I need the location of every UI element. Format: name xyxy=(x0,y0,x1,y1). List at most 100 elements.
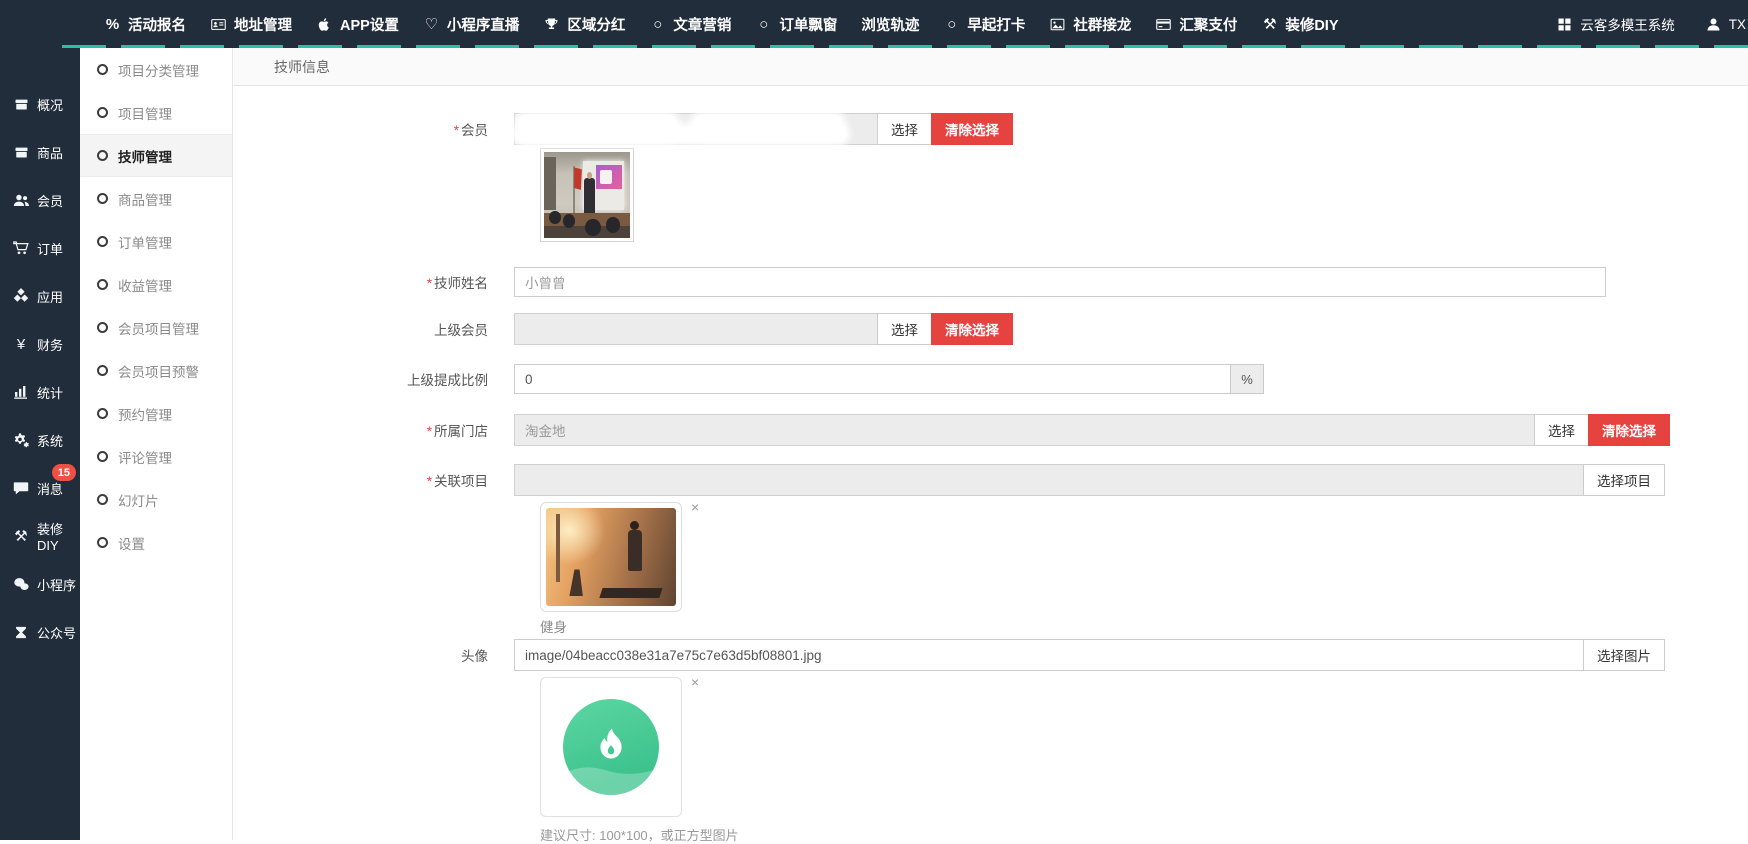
close-icon[interactable]: × xyxy=(691,500,699,514)
member-select-button[interactable]: 选择 xyxy=(877,113,932,145)
store-select-button[interactable]: 选择 xyxy=(1534,414,1589,446)
related-project-label: *关联项目 xyxy=(234,470,514,490)
parent-clear-button[interactable]: 清除选择 xyxy=(931,313,1013,345)
submenu-project-category[interactable]: 项目分类管理 xyxy=(80,48,232,91)
radio-circle-icon xyxy=(97,408,108,419)
radio-circle-icon xyxy=(97,279,108,290)
submenu-member-project-warning[interactable]: 会员项目预警 xyxy=(80,349,232,392)
circle-icon: ○ xyxy=(755,16,772,33)
sidebar-orders[interactable]: 订单 xyxy=(0,224,80,272)
avatar-path-input[interactable] xyxy=(514,639,1584,671)
topbar: %活动报名 地址管理 APP设置 ♡ 小程序直播 区域分红 ○文章营销 ○ 订单飘窗 浏览轨迹 ○早… xyxy=(0,0,1748,48)
sidebar-finance[interactable]: ¥财务 xyxy=(0,320,80,368)
heart-icon: ♡ xyxy=(423,16,440,33)
image-icon xyxy=(1049,16,1066,33)
submenu-settings[interactable]: 设置 xyxy=(80,521,232,564)
member-row: *会员 选择 清除选择 xyxy=(234,113,1748,145)
nav-community-relay[interactable]: 社群接龙 xyxy=(1049,14,1131,35)
nav-label: 小程序直播 xyxy=(447,14,520,35)
submenu-member-project-mgmt[interactable]: 会员项目管理 xyxy=(80,306,232,349)
wechat-icon xyxy=(12,575,30,593)
sidebar-miniprogram[interactable]: 小程序 xyxy=(0,560,80,608)
nav-miniprogram-live[interactable]: ♡ 小程序直播 xyxy=(423,14,520,35)
radio-circle-icon xyxy=(97,322,108,333)
nav-huiju-pay[interactable]: 汇聚支付 xyxy=(1155,14,1237,35)
link-icon: % xyxy=(104,16,121,33)
nav-order-popup[interactable]: ○ 订单飘窗 xyxy=(755,14,837,35)
cart-icon xyxy=(12,239,30,257)
sidebar-official-account[interactable]: 公众号 xyxy=(0,608,80,656)
avatar-size-hint: 建议尺寸: 100*100，或正方型图片 xyxy=(540,825,1748,844)
percent-addon: % xyxy=(1230,364,1264,394)
submenu-comment-mgmt[interactable]: 评论管理 xyxy=(80,435,232,478)
radio-circle-icon xyxy=(97,193,108,204)
sidebar-label: 小程序 xyxy=(37,575,76,594)
tab-technician-info[interactable]: 技师信息 xyxy=(274,57,330,77)
sidebar-system[interactable]: 系统 xyxy=(0,416,80,464)
sidebar-messages[interactable]: 消息15 xyxy=(0,464,80,512)
avatar-thumbnail xyxy=(540,677,682,817)
related-project-input[interactable] xyxy=(514,464,1584,496)
sidebar-label: 系统 xyxy=(37,431,63,450)
submenu-label: 评论管理 xyxy=(118,447,172,467)
sidebar-label: 会员 xyxy=(37,191,63,210)
circle-icon: ○ xyxy=(943,16,960,33)
sidebar-overview[interactable]: 概况 xyxy=(0,80,80,128)
avatar-row: 头像 选择图片 xyxy=(234,639,1748,671)
chart-icon xyxy=(12,383,30,401)
sidebar-apps[interactable]: 应用 xyxy=(0,272,80,320)
project-select-button[interactable]: 选择项目 xyxy=(1583,464,1665,496)
member-clear-button[interactable]: 清除选择 xyxy=(931,113,1013,145)
submenu-goods-mgmt[interactable]: 商品管理 xyxy=(80,177,232,220)
required-asterisk: * xyxy=(454,123,459,138)
system-switcher[interactable]: 云客多模王系统 xyxy=(1556,14,1675,34)
technician-name-input[interactable] xyxy=(514,267,1606,297)
submenu-order-mgmt[interactable]: 订单管理 xyxy=(80,220,232,263)
nav-label: 装修DIY xyxy=(1285,14,1338,35)
submenu-slides[interactable]: 幻灯片 xyxy=(80,478,232,521)
commission-ratio-label: 上级提成比例 xyxy=(234,369,514,389)
submenu-label: 收益管理 xyxy=(118,275,172,295)
required-asterisk: * xyxy=(427,424,432,439)
parent-select-button[interactable]: 选择 xyxy=(877,313,932,345)
commission-ratio-input[interactable] xyxy=(514,364,1231,394)
main-sidebar: 概况商品会员订单应用¥财务统计系统消息15⚒装修DIY 小程序公众号 xyxy=(0,48,80,840)
nav-address-mgmt[interactable]: 地址管理 xyxy=(210,14,292,35)
sidebar-goods[interactable]: 商品 xyxy=(0,128,80,176)
submenu-label: 技师管理 xyxy=(118,146,172,166)
sidebar-members[interactable]: 会员 xyxy=(0,176,80,224)
submenu-label: 设置 xyxy=(118,533,145,553)
store-clear-button[interactable]: 清除选择 xyxy=(1588,414,1670,446)
close-icon[interactable]: × xyxy=(691,675,699,689)
nav-activity-signup[interactable]: %活动报名 xyxy=(104,14,186,35)
nav-label: 汇聚支付 xyxy=(1179,14,1237,35)
avatar-label: 头像 xyxy=(234,645,514,665)
yen-icon: ¥ xyxy=(12,335,30,353)
user-menu[interactable]: TX xyxy=(1705,16,1746,33)
nav-app-settings[interactable]: APP设置 xyxy=(316,14,399,35)
commission-ratio-row: 上级提成比例 % xyxy=(234,364,1748,394)
nav-label: 订单飘窗 xyxy=(779,14,837,35)
sidebar-deco-diy[interactable]: ⚒装修DIY xyxy=(0,512,80,560)
submenu-label: 预约管理 xyxy=(118,404,172,424)
nav-article-marketing[interactable]: ○文章营销 xyxy=(649,14,731,35)
cubes-icon xyxy=(12,287,30,305)
nav-early-checkin[interactable]: ○早起打卡 xyxy=(943,14,1025,35)
avatar-select-button[interactable]: 选择图片 xyxy=(1583,639,1665,671)
sidebar-stats[interactable]: 统计 xyxy=(0,368,80,416)
submenu-booking-mgmt[interactable]: 预约管理 xyxy=(80,392,232,435)
nav-deco-diy[interactable]: ⚒装修DIY xyxy=(1261,14,1338,35)
nav-browse-track[interactable]: 浏览轨迹 xyxy=(861,14,919,35)
project-tag: 健身 xyxy=(540,616,1748,636)
parent-member-input[interactable] xyxy=(514,313,878,345)
credit-card-icon xyxy=(1155,16,1172,33)
submenu-project-mgmt[interactable]: 项目管理 xyxy=(80,91,232,134)
flame-logo xyxy=(563,699,659,795)
submenu-earnings-mgmt[interactable]: 收益管理 xyxy=(80,263,232,306)
submenu-technician-mgmt[interactable]: 技师管理 xyxy=(80,134,232,177)
store-input[interactable] xyxy=(514,414,1535,446)
sidebar-label: 订单 xyxy=(37,239,63,258)
nav-region-dividend[interactable]: 区域分红 xyxy=(543,14,625,35)
nav-label: 社群接龙 xyxy=(1073,14,1131,35)
apple-icon xyxy=(316,16,333,33)
